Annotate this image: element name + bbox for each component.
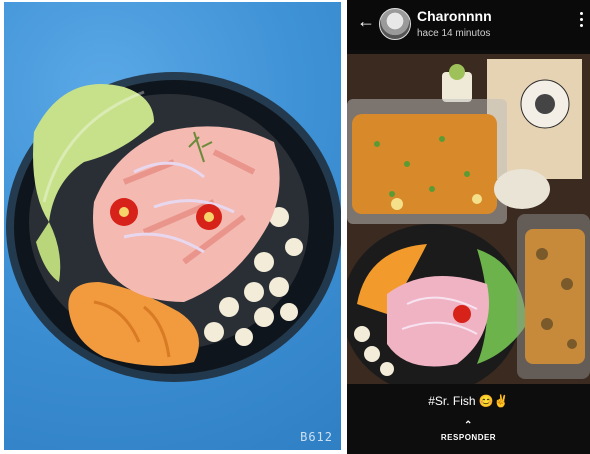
back-arrow-icon[interactable]: ← [357, 12, 375, 30]
chevron-up-icon: ⌃ [464, 420, 473, 431]
story-photo [347, 54, 590, 384]
reply-button[interactable]: ⌃ RESPONDER [347, 420, 590, 443]
username[interactable]: Charonnnn [417, 8, 492, 24]
story-caption: #Sr. Fish 😊✌ [428, 394, 509, 408]
reply-label: RESPONDER [440, 433, 497, 442]
food-containers-icon [347, 54, 590, 384]
ceviche-photo: B612 [4, 2, 341, 450]
watermark-text: B612 [300, 430, 333, 444]
timestamp: hace 14 minutos [417, 28, 491, 39]
more-options-icon[interactable] [580, 12, 584, 30]
story-header: ← Charonnnn hace 14 minutos [347, 0, 590, 50]
story-viewer: ← Charonnnn hace 14 minutos #Sr. Fish 😊✌… [347, 0, 590, 454]
ceviche-bowl-icon [6, 72, 341, 382]
avatar[interactable] [379, 8, 411, 40]
